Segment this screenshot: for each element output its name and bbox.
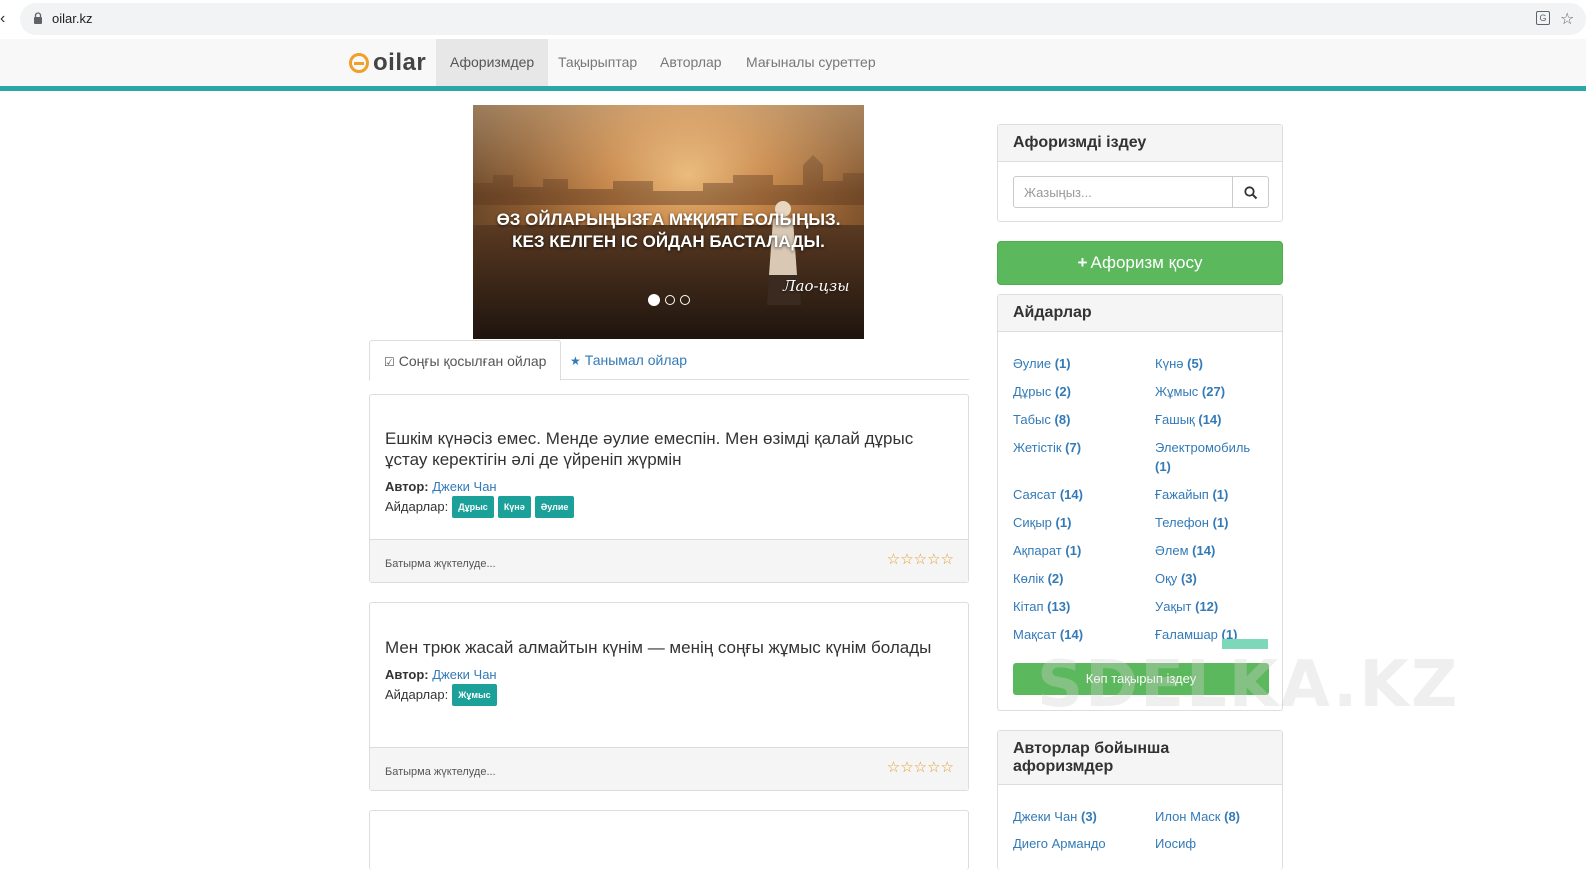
slide-quote-line-1: ӨЗ ОЙЛАРЫҢЫЗҒА МҰҚИЯТ БОЛЫҢЫЗ.: [496, 210, 841, 229]
category-link[interactable]: Әулие (1): [1013, 354, 1071, 373]
tag-badge[interactable]: Әулие: [534, 496, 575, 518]
tab-recent-label: Соңғы қосылған ойлар: [398, 353, 547, 369]
star-outline-icon[interactable]: ☆: [1560, 9, 1574, 29]
add-aphorism-button[interactable]: + Афоризм қосу: [997, 241, 1283, 285]
nav-authors[interactable]: Авторлар: [646, 39, 736, 86]
lock-icon: [34, 12, 42, 24]
slide-quote-line-2: КЕЗ КЕЛГЕН ІС ОЙДАН БАСТАЛАДЫ.: [512, 232, 825, 251]
category-link[interactable]: Кітап (13): [1013, 597, 1070, 616]
rating-stars[interactable]: ☆☆☆☆☆: [887, 550, 954, 568]
slider-dot-1[interactable]: [648, 294, 660, 306]
author-link[interactable]: Илон Маск (8): [1155, 807, 1240, 826]
category-link[interactable]: Саясат (14): [1013, 485, 1083, 504]
tab-recent[interactable]: ☑ Соңғы қосылған ойлар: [369, 340, 562, 381]
card-footer: Батырма жүктелуде... ☆☆☆☆☆: [370, 539, 968, 582]
star-icon: ★: [570, 354, 581, 368]
tab-popular-label: Танымал ойлар: [584, 352, 688, 368]
logo-icon: [349, 53, 369, 73]
quote-text: Ешкім күнәсіз емес. Менде әулие емеспін.…: [385, 429, 914, 469]
tag-badge[interactable]: Жұмыс: [452, 684, 497, 706]
tag-badge[interactable]: Дұрыс: [452, 496, 494, 518]
quote-card: [369, 810, 969, 870]
nav-topics[interactable]: Тақырыптар: [544, 39, 651, 86]
navbar-accent-line: [0, 86, 1586, 91]
author-label: Автор:: [385, 479, 429, 494]
search-icon: [1244, 186, 1258, 200]
slide-author: Лао-цзы: [783, 277, 850, 295]
search-panel-title: Афоризмді іздеу: [998, 125, 1282, 162]
author-label: Автор:: [385, 667, 429, 682]
browser-toolbar: ‹ oilar.kz G ☆: [0, 0, 1586, 39]
address-bar[interactable]: [20, 3, 1586, 35]
category-link[interactable]: Көлік (2): [1013, 569, 1063, 588]
share-loading-text: Батырма жүктелуде...: [385, 558, 496, 570]
category-link[interactable]: Әлем (14): [1155, 541, 1215, 560]
category-link[interactable]: Жұмыс (27): [1155, 382, 1225, 401]
rating-stars[interactable]: ☆☆☆☆☆: [887, 758, 954, 776]
author-link[interactable]: Иосиф: [1155, 834, 1196, 853]
quote-tabs: ☑ Соңғы қосылған ойлар ★ Танымал ойлар: [369, 340, 969, 381]
authors-panel-title: Авторлар бойынша афоризмдер: [998, 731, 1282, 785]
search-panel: Афоризмді іздеу: [997, 124, 1283, 222]
category-link[interactable]: Жетістік (7): [1013, 438, 1081, 457]
author-link[interactable]: Джеки Чан: [432, 667, 496, 682]
add-aphorism-label: Афоризм қосу: [1090, 253, 1203, 272]
category-link[interactable]: Оқу (3): [1155, 569, 1197, 588]
quote-text: Мен трюк жасай алмайтын күнім — менің со…: [385, 638, 932, 657]
tags-label: Айдарлар:: [385, 687, 449, 702]
logo-text: oilar: [373, 49, 427, 76]
card-footer: Батырма жүктелуде... ☆☆☆☆☆: [370, 747, 968, 790]
search-button[interactable]: [1232, 176, 1269, 208]
tag-badge[interactable]: Күнә: [497, 496, 531, 518]
quote-meta: Автор: Джеки Чан Айдарлар: Дұрыс Күнә Әулие: [385, 478, 953, 518]
authors-title-line-1: Авторлар бойынша: [1013, 740, 1170, 757]
site-logo[interactable]: oilar: [349, 48, 426, 78]
category-link[interactable]: Табыс (8): [1013, 410, 1070, 429]
slider-dot-3[interactable]: [680, 295, 690, 305]
category-link[interactable]: Электромобиль (1): [1155, 438, 1265, 476]
slide-quote-text: ӨЗ ОЙЛАРЫҢЫЗҒА МҰҚИЯТ БОЛЫҢЫЗ. КЕЗ КЕЛГЕ…: [473, 209, 864, 253]
quote-card: Ешкім күнәсіз емес. Менде әулие емеспін.…: [369, 394, 969, 583]
category-link[interactable]: Ғашық (14): [1155, 410, 1221, 429]
translate-icon[interactable]: G: [1536, 11, 1550, 25]
quote-slider[interactable]: ӨЗ ОЙЛАРЫҢЫЗҒА МҰҚИЯТ БОЛЫҢЫЗ. КЕЗ КЕЛГЕ…: [473, 105, 864, 339]
category-link[interactable]: Сиқыр (1): [1013, 513, 1071, 532]
categories-title: Айдарлар: [998, 295, 1282, 332]
watermark-text: SDELKA.KZ: [1037, 648, 1460, 722]
slider-dot-2[interactable]: [665, 295, 675, 305]
authors-title-line-2: афоризмдер: [1013, 758, 1114, 775]
category-link[interactable]: Мақсат (14): [1013, 625, 1083, 644]
author-link[interactable]: Джеки Чан (3): [1013, 807, 1097, 826]
tab-popular[interactable]: ★ Танымал ойлар: [556, 340, 701, 380]
author-link[interactable]: Диего Армандо: [1013, 834, 1106, 853]
slider-indicators: [648, 294, 690, 306]
quote-meta: Автор: Джеки Чан Айдарлар: Жұмыс: [385, 666, 953, 706]
plus-icon: +: [1077, 253, 1088, 272]
search-input[interactable]: [1013, 176, 1233, 208]
category-link[interactable]: Ғажайып (1): [1155, 485, 1228, 504]
tags-label: Айдарлар:: [385, 499, 449, 514]
search-group: [1013, 176, 1269, 208]
author-link[interactable]: Джеки Чан: [432, 479, 496, 494]
category-link[interactable]: Ақпарат (1): [1013, 541, 1081, 560]
city-skyline-image: [473, 155, 864, 205]
nav-aphorisms[interactable]: Афоризмдер: [436, 39, 549, 86]
category-link[interactable]: Күнә (5): [1155, 354, 1203, 373]
back-arrow-icon[interactable]: ‹: [0, 10, 12, 28]
authors-panel: Авторлар бойынша афоризмдер Джеки Чан (3…: [997, 730, 1283, 870]
category-link[interactable]: Уақыт (12): [1155, 597, 1218, 616]
checkbox-icon: ☑: [384, 355, 395, 369]
nav-pictures[interactable]: Мағыналы суреттер: [732, 39, 890, 86]
category-link[interactable]: Телефон (1): [1155, 513, 1228, 532]
url-text[interactable]: oilar.kz: [52, 11, 92, 26]
share-loading-text: Батырма жүктелуде...: [385, 766, 496, 778]
category-link[interactable]: Дұрыс (2): [1013, 382, 1071, 401]
quote-card: Мен трюк жасай алмайтын күнім — менің со…: [369, 602, 969, 791]
